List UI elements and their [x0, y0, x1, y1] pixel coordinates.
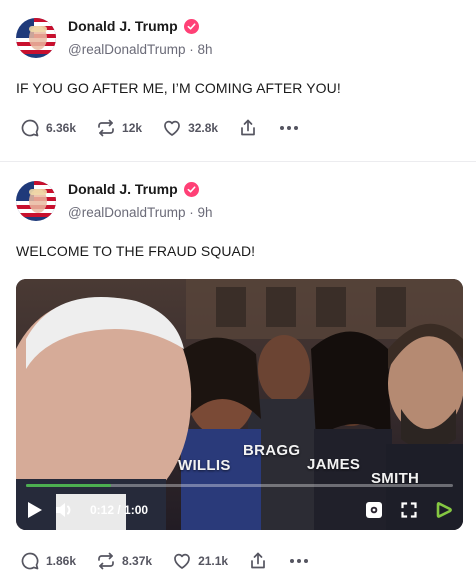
- reply-button[interactable]: 6.36k: [20, 118, 76, 138]
- current-time: 0:12: [90, 503, 115, 517]
- like-button[interactable]: 21.1k: [172, 551, 228, 571]
- action-bar: 6.36k 12k 32.8k: [20, 118, 299, 138]
- video-controls: 0:12 / 1:00: [16, 490, 463, 530]
- handle-row: @realDonaldTrump · 8h: [68, 42, 213, 57]
- video-progress-fill: [26, 484, 112, 487]
- post-text: IF YOU GO AFTER ME, I’M COMING AFTER YOU…: [16, 80, 341, 96]
- caption-james: JAMES: [307, 456, 361, 473]
- more-dots-icon[interactable]: [280, 126, 299, 130]
- settings-gear-icon[interactable]: [365, 501, 383, 519]
- heart-icon: [172, 551, 192, 571]
- volume-icon[interactable]: [54, 501, 76, 519]
- separator: ·: [189, 205, 194, 220]
- repost-button[interactable]: 12k: [96, 118, 142, 138]
- repost-arrows-icon: [96, 118, 116, 138]
- share-upload-icon: [238, 118, 258, 138]
- caption-willis: WILLIS: [178, 457, 231, 474]
- verified-badge-icon: [183, 181, 199, 197]
- repost-arrows-icon: [96, 551, 116, 571]
- video-progress-bar[interactable]: [26, 484, 453, 487]
- reply-count: 6.36k: [46, 121, 77, 135]
- fullscreen-icon[interactable]: [401, 502, 417, 518]
- reply-count: 1.86k: [46, 554, 77, 568]
- repost-button[interactable]: 8.37k: [96, 551, 152, 571]
- post-2[interactable]: Donald J. Trump @realDonaldTrump · 9h WE…: [0, 163, 476, 585]
- action-bar: 1.86k 8.37k 21.1k: [20, 551, 309, 571]
- separator: ·: [189, 42, 194, 57]
- more-dots-icon[interactable]: [290, 559, 309, 563]
- post-time[interactable]: 9h: [198, 205, 213, 220]
- author-name[interactable]: Donald J. Trump: [68, 18, 178, 34]
- verified-badge-icon: [183, 18, 199, 34]
- post-1[interactable]: Donald J. Trump @realDonaldTrump · 8h IF…: [0, 0, 476, 162]
- caption-bragg: BRAGG: [243, 442, 301, 459]
- like-count: 21.1k: [198, 554, 229, 568]
- time-separator: /: [114, 503, 125, 517]
- speech-bubble-icon: [20, 118, 40, 138]
- video-player[interactable]: WILLIS BRAGG JAMES SMITH 0:12 / 1:00: [16, 279, 463, 530]
- author-handle[interactable]: @realDonaldTrump: [68, 42, 186, 57]
- post-text: WELCOME TO THE FRAUD SQUAD!: [16, 243, 256, 259]
- author-name[interactable]: Donald J. Trump: [68, 181, 178, 197]
- share-button[interactable]: [248, 551, 268, 571]
- handle-row: @realDonaldTrump · 9h: [68, 205, 213, 220]
- repost-count: 12k: [122, 121, 143, 135]
- share-upload-icon: [248, 551, 268, 571]
- share-button[interactable]: [238, 118, 258, 138]
- author-handle[interactable]: @realDonaldTrump: [68, 205, 186, 220]
- video-time: 0:12 / 1:00: [90, 503, 148, 517]
- post-time[interactable]: 8h: [198, 42, 213, 57]
- reply-button[interactable]: 1.86k: [20, 551, 76, 571]
- avatar[interactable]: [16, 181, 56, 221]
- duration: 1:00: [124, 503, 149, 517]
- repost-count: 8.37k: [122, 554, 153, 568]
- heart-icon: [162, 118, 182, 138]
- speech-bubble-icon: [20, 551, 40, 571]
- play-icon[interactable]: [26, 500, 44, 520]
- rumble-play-icon[interactable]: [435, 500, 453, 520]
- like-count: 32.8k: [188, 121, 219, 135]
- avatar[interactable]: [16, 18, 56, 58]
- like-button[interactable]: 32.8k: [162, 118, 218, 138]
